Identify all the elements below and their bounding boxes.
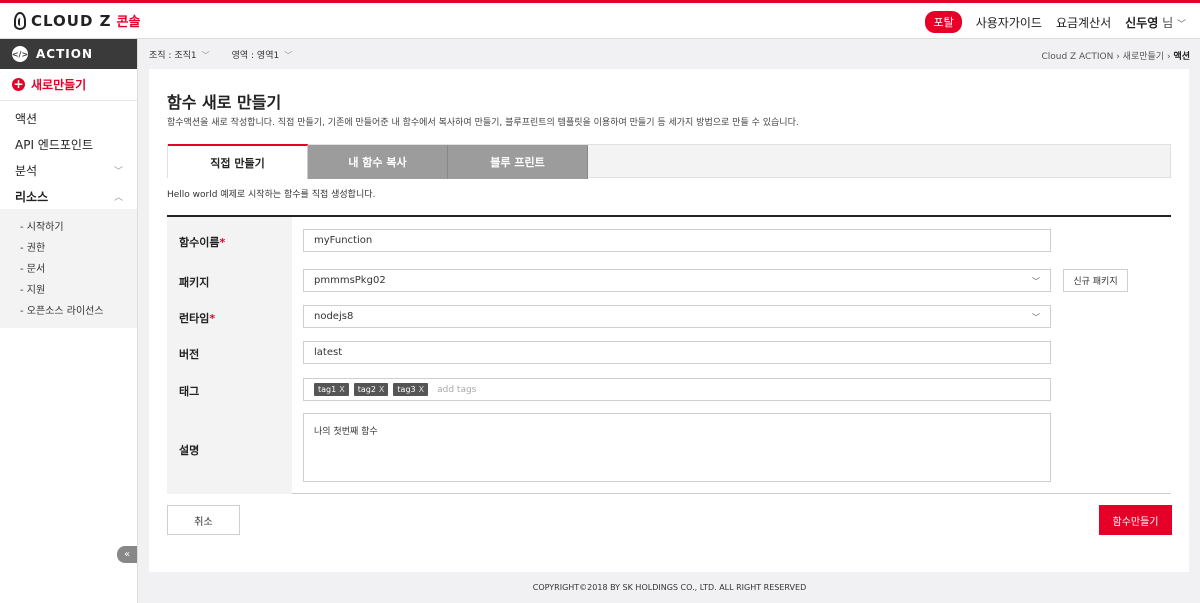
chevron-down-icon: ﹀ <box>201 50 210 60</box>
required-mark: * <box>209 312 216 325</box>
breadcrumb-item[interactable]: 새로만들기 <box>1123 52 1164 62</box>
package-label: 패키지 <box>179 276 210 289</box>
resource-submenu: - 시작하기 - 권한 - 문서 - 지원 - 오픈소스 라이선스 <box>0 209 137 328</box>
required-mark: * <box>219 236 226 249</box>
tag-placeholder: add tags <box>437 384 477 395</box>
sidebar-title: ACTION <box>36 47 93 61</box>
sidebar: </> ACTION + 새로만들기 액션 API 엔드포인트 분석 ﹀ 리소스… <box>0 39 138 603</box>
region-selector-label: 영역 : 영역1 <box>231 50 280 61</box>
code-icon: </> <box>12 46 28 62</box>
package-value: pmmmsPkg02 <box>314 275 386 286</box>
page-description: 함수액션을 새로 작성합니다. 직접 만들기, 기존에 만들어준 내 함수에서 … <box>167 118 799 128</box>
top-nav: 포탈 사용자가이드 요금계산서 신두영 님 ﹀ <box>925 11 1186 33</box>
name-label: 함수이름* <box>179 234 225 250</box>
sidebar-item-api-endpoint[interactable]: API 엔드포인트 <box>0 131 137 157</box>
sidebar-collapse-button[interactable]: « <box>117 546 137 563</box>
chevron-down-icon: ﹀ <box>1176 19 1186 30</box>
function-form: 함수이름* myFunction 패키지 pmmmsPkg02 ﹀ 신규 패키지… <box>167 215 1171 494</box>
portal-button[interactable]: 포탈 <box>925 11 962 33</box>
tag-chip: tag1 X <box>314 383 349 396</box>
chevron-down-icon: ﹀ <box>1032 277 1040 286</box>
runtime-value: nodejs8 <box>314 311 354 322</box>
function-name-input[interactable]: myFunction <box>303 229 1051 252</box>
version-value: latest <box>314 347 343 358</box>
chevron-down-icon: ﹀ <box>113 166 123 177</box>
runtime-select[interactable]: nodejs8 ﹀ <box>303 305 1051 328</box>
close-icon[interactable]: X <box>419 385 424 394</box>
new-package-button[interactable]: 신규 패키지 <box>1063 269 1128 292</box>
region-selector[interactable]: 영역 : 영역1 ﹀ <box>232 48 293 61</box>
tab-direct-create[interactable]: 직접 만들기 <box>168 144 308 179</box>
chevron-down-icon: ﹀ <box>1032 313 1040 322</box>
logo-sub: 콘솔 <box>116 15 141 30</box>
breadcrumb: Cloud Z ACTION › 새로만들기 › 액션 <box>1041 49 1190 62</box>
sidebar-item-label: 액션 <box>15 111 38 126</box>
sidebar-item-label: API 엔드포인트 <box>15 137 93 152</box>
sidebar-subitem-support[interactable]: - 지원 <box>0 278 137 299</box>
chevron-down-icon: ﹀ <box>284 50 293 60</box>
sidebar-subitem-permissions[interactable]: - 권한 <box>0 236 137 257</box>
page-title: 함수 새로 만들기 <box>167 93 282 112</box>
footer-copyright: COPYRIGHT©2018 BY SK HOLDINGS CO., LTD. … <box>139 572 1200 603</box>
description-textarea[interactable]: 나의 첫번째 함수 <box>303 413 1051 482</box>
close-icon[interactable]: X <box>339 385 344 394</box>
user-suffix: 님 <box>1162 15 1174 30</box>
scope-bar: 조직 : 조직1 ﹀ 영역 : 영역1 ﹀ Cloud Z ACTION › 새로만… <box>139 39 1200 69</box>
tab-copy-my-function[interactable]: 내 함수 복사 <box>308 145 448 179</box>
breadcrumb-separator: › <box>1116 52 1120 62</box>
tags-input[interactable]: tag1 X tag2 X tag3 X add tags <box>303 378 1051 401</box>
sidebar-item-label: 분석 <box>15 163 38 178</box>
cloud-z-logo-icon <box>14 11 26 30</box>
sidebar-item-action[interactable]: 액션 <box>0 105 137 131</box>
breadcrumb-item[interactable]: Cloud Z ACTION <box>1041 52 1113 62</box>
tag-chip-label: tag3 <box>397 385 416 394</box>
tab-description: Hello world 예제로 시작하는 함수를 직접 생성합니다. <box>167 190 376 200</box>
runtime-label-text: 런타임 <box>179 312 210 325</box>
description-label: 설명 <box>179 444 200 457</box>
breadcrumb-separator: › <box>1166 52 1171 62</box>
sidebar-item-label: 리소스 <box>15 189 49 204</box>
billing-link[interactable]: 요금계산서 <box>1056 14 1111 31</box>
tag-chip: tag2 X <box>353 383 389 396</box>
function-name-value: myFunction <box>314 235 373 246</box>
runtime-label: 런타임* <box>179 310 215 326</box>
cancel-button[interactable]: 취소 <box>167 505 240 535</box>
name-label-text: 함수이름 <box>179 236 220 249</box>
logo[interactable]: CLOUD Z 콘솔 <box>14 11 140 30</box>
org-selector-label: 조직 : 조직1 <box>149 50 197 61</box>
sidebar-subitem-docs[interactable]: - 문서 <box>0 257 137 278</box>
plus-circle-icon: + <box>12 77 25 91</box>
breadcrumb-current: 액션 <box>1173 52 1190 62</box>
sidebar-item-new[interactable]: + 새로만들기 <box>0 69 137 101</box>
sidebar-subitem-getting-started[interactable]: - 시작하기 <box>0 215 137 236</box>
tag-chip-label: tag2 <box>357 385 376 394</box>
sidebar-item-label: 새로만들기 <box>31 78 87 92</box>
tag-chip: tag3 X <box>393 383 429 396</box>
tag-chip-label: tag1 <box>318 385 337 394</box>
sidebar-item-resource[interactable]: 리소스 ︿ <box>0 183 137 209</box>
create-function-button[interactable]: 함수만들기 <box>1099 505 1172 535</box>
logo-text: CLOUD Z <box>31 11 112 30</box>
user-name: 신두영 <box>1125 15 1159 30</box>
scope-selectors: 조직 : 조직1 ﹀ 영역 : 영역1 ﹀ <box>149 48 292 61</box>
sidebar-header: </> ACTION <box>0 39 137 69</box>
user-menu[interactable]: 신두영 님 ﹀ <box>1125 14 1186 31</box>
chevron-up-icon: ︿ <box>113 192 123 203</box>
close-icon[interactable]: X <box>379 385 384 394</box>
version-label: 버전 <box>179 348 200 361</box>
org-selector[interactable]: 조직 : 조직1 ﹀ <box>149 48 210 61</box>
sidebar-subitem-oss-license[interactable]: - 오픈소스 라이선스 <box>0 299 137 320</box>
creation-tabs: 직접 만들기 내 함수 복사 블루 프린트 <box>167 144 1171 179</box>
package-select[interactable]: pmmmsPkg02 ﹀ <box>303 269 1051 292</box>
tab-blueprint[interactable]: 블루 프린트 <box>448 145 588 179</box>
main-panel: 함수 새로 만들기 함수액션을 새로 작성합니다. 직접 만들기, 기존에 만들… <box>149 69 1189 572</box>
top-header: CLOUD Z 콘솔 포탈 사용자가이드 요금계산서 신두영 님 ﹀ <box>0 0 1200 39</box>
tag-label: 태그 <box>179 385 200 398</box>
user-guide-link[interactable]: 사용자가이드 <box>976 14 1042 31</box>
sidebar-item-analysis[interactable]: 분석 ﹀ <box>0 157 137 183</box>
version-input[interactable]: latest <box>303 341 1051 364</box>
